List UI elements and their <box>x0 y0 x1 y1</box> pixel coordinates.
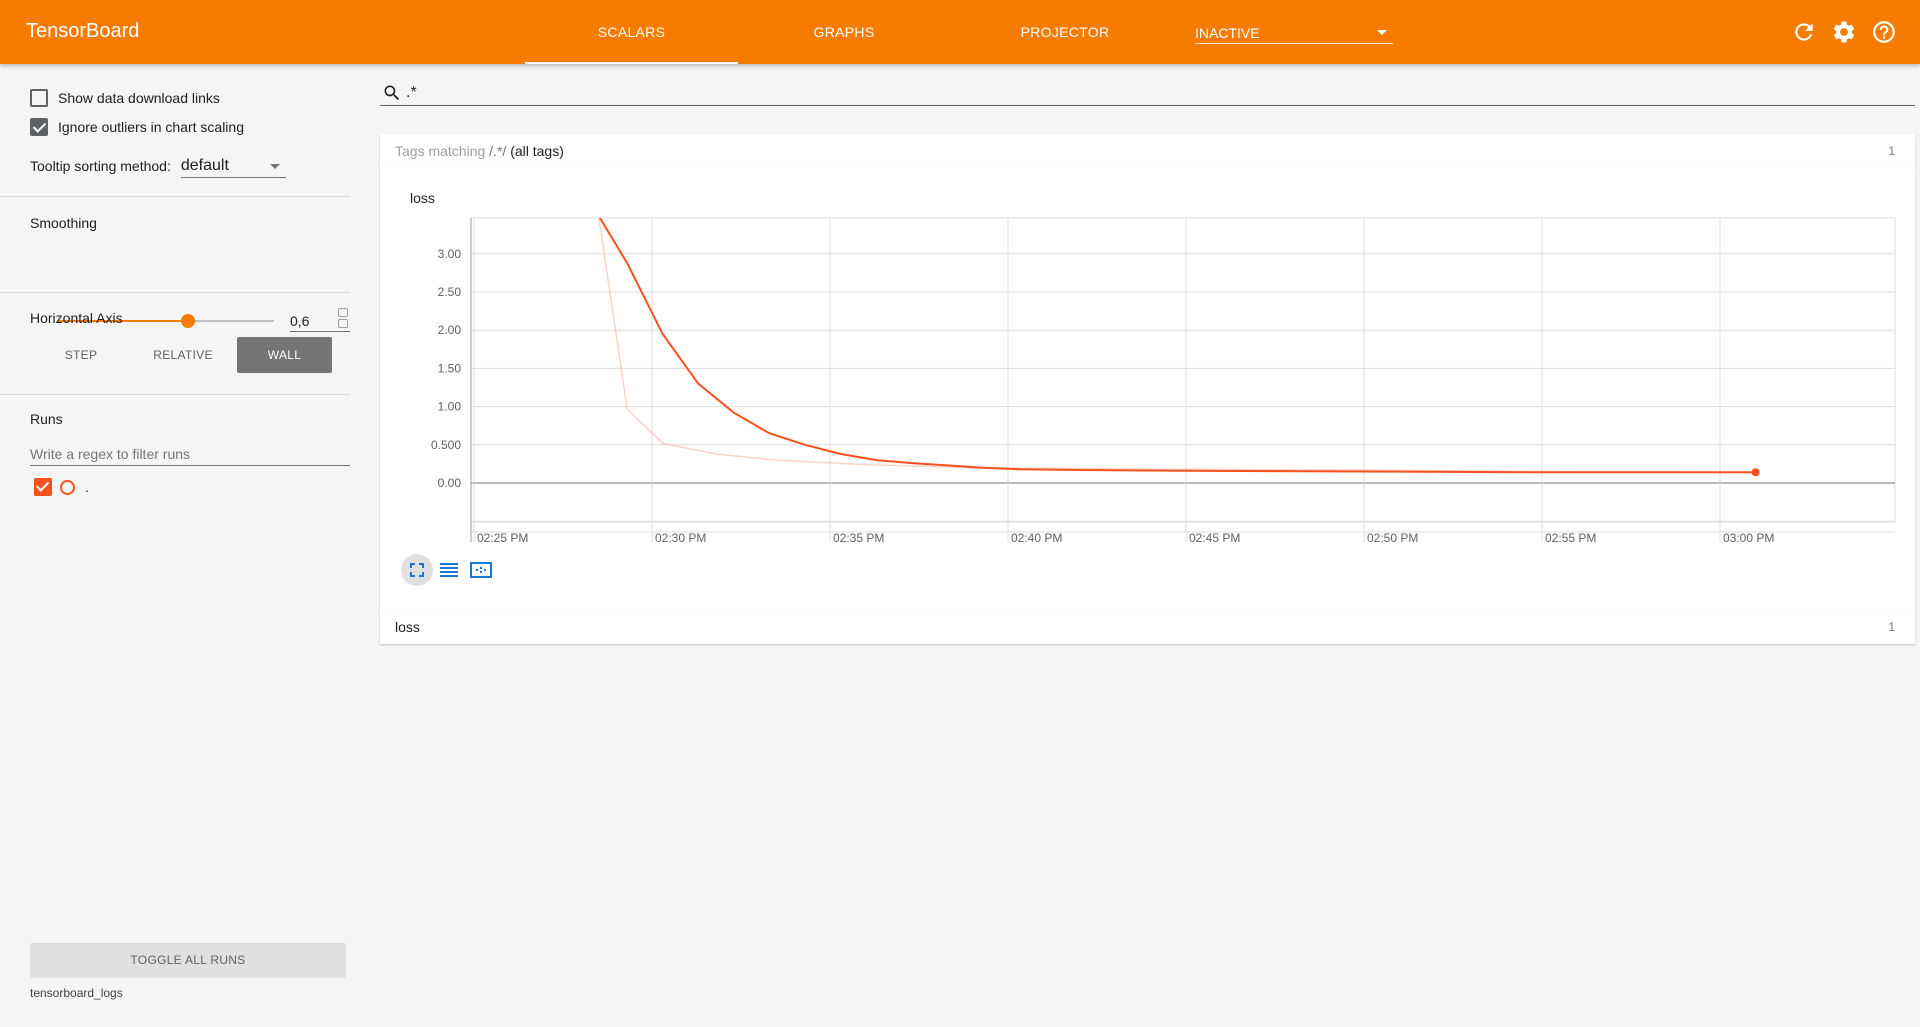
app-title: TensorBoard <box>26 20 140 42</box>
smoothing-value-input[interactable]: 0,6 <box>290 308 350 332</box>
inactive-dropdown-label: INACTIVE <box>1195 25 1260 41</box>
show-download-links-option[interactable]: Show data download links <box>30 88 220 108</box>
top-app-bar: TensorBoard SCALARS GRAPHS PROJECTOR INA… <box>0 0 1920 64</box>
show-download-links-checkbox[interactable] <box>30 89 48 107</box>
loss-section-count: 1 <box>1888 620 1895 634</box>
axis-relative-button[interactable]: RELATIVE <box>138 337 228 373</box>
x-tick-label: 02:55 PM <box>1545 531 1596 545</box>
dropdown-caret-icon <box>1377 30 1387 35</box>
x-tick-label: 02:45 PM <box>1189 531 1240 545</box>
y-tick-label: 1.00 <box>438 400 462 414</box>
tooltip-sorting-label: Tooltip sorting method: <box>30 158 171 174</box>
gear-icon[interactable] <box>1831 19 1857 45</box>
horizontal-axis-title: Horizontal Axis <box>30 310 123 326</box>
axis-step-button[interactable]: STEP <box>40 337 122 373</box>
x-tick-label: 02:25 PM <box>477 531 528 545</box>
y-tick-label: 1.50 <box>438 361 462 375</box>
plot-frame <box>470 217 1896 523</box>
fit-domain-button[interactable] <box>401 554 433 586</box>
inactive-plugins-dropdown[interactable]: INACTIVE <box>1195 20 1393 44</box>
axis-wall-button[interactable]: WALL <box>237 337 332 373</box>
run-checkbox[interactable] <box>34 478 52 496</box>
x-tick-label: 03:00 PM <box>1723 531 1774 545</box>
toggle-all-runs-button[interactable]: TOGGLE ALL RUNS <box>30 943 346 978</box>
tags-matching-suffix: (all tags) <box>510 143 564 159</box>
y-tick-label: 2.50 <box>438 285 462 299</box>
loss-section-header[interactable]: loss 1 <box>380 610 1915 644</box>
log-scale-button[interactable] <box>433 554 465 586</box>
search-icon <box>384 85 400 101</box>
data-table-icon <box>470 562 492 578</box>
x-tick-label: 02:35 PM <box>833 531 884 545</box>
runs-title: Runs <box>30 411 63 427</box>
x-tick-label: 02:40 PM <box>1011 531 1062 545</box>
data-table-button[interactable] <box>465 554 497 586</box>
tooltip-sorting-row: Tooltip sorting method: default <box>30 154 286 178</box>
tooltip-sorting-value: default <box>180 157 229 174</box>
tag-search-input[interactable]: .* <box>380 80 1915 106</box>
loss-section-label: loss <box>395 619 420 635</box>
show-download-links-label: Show data download links <box>58 90 220 106</box>
tags-matching-prefix: Tags matching <box>395 143 486 159</box>
runs-filter-input[interactable]: Write a regex to filter runs <box>30 444 350 466</box>
y-tick-label: 2.00 <box>438 323 462 337</box>
last-point-marker <box>1751 468 1760 477</box>
y-tick-label: 0.00 <box>438 476 462 490</box>
logdir-label: tensorboard_logs <box>30 986 123 1000</box>
loss-chart-card: loss 3.00 2.50 2.00 1.50 1.00 0.500 0.00 02:25 … <box>380 168 1915 610</box>
run-name: . <box>85 479 89 495</box>
x-tick-label: 02:50 PM <box>1367 531 1418 545</box>
smoothing-value: 0,6 <box>290 313 310 329</box>
ignore-outliers-option[interactable]: Ignore outliers in chart scaling <box>30 117 244 137</box>
tab-scalars[interactable]: SCALARS <box>525 0 738 64</box>
y-tick-label: 3.00 <box>438 247 462 261</box>
tags-count: 1 <box>1888 144 1895 158</box>
ignore-outliers-checkbox[interactable] <box>30 118 48 136</box>
divider <box>0 394 350 395</box>
spin-up-icon[interactable] <box>338 308 348 317</box>
tab-graphs[interactable]: GRAPHS <box>738 0 950 64</box>
help-icon[interactable] <box>1871 19 1897 45</box>
tab-projector[interactable]: PROJECTOR <box>960 0 1170 64</box>
ignore-outliers-label: Ignore outliers in chart scaling <box>58 119 244 135</box>
spin-down-icon[interactable] <box>338 319 348 328</box>
dropdown-caret-icon <box>269 164 280 169</box>
tooltip-sorting-dropdown[interactable]: default <box>180 154 286 178</box>
run-item[interactable]: . <box>34 478 89 496</box>
tags-matching-regex: /.*/ <box>489 143 507 159</box>
loss-chart[interactable]: 3.00 2.50 2.00 1.50 1.00 0.500 0.00 02:25 PM 02:… <box>380 168 1915 610</box>
divider <box>0 292 350 293</box>
fit-domain-icon <box>410 563 424 577</box>
log-scale-icon <box>440 563 458 577</box>
sidebar: Show data download links Ignore outliers… <box>0 64 350 1027</box>
refresh-icon[interactable] <box>1791 19 1817 45</box>
runs-filter-placeholder: Write a regex to filter runs <box>30 446 191 462</box>
tags-matching-header[interactable]: Tags matching /.*/ (all tags) 1 <box>380 134 1915 168</box>
y-tick-label: 0.500 <box>431 438 461 452</box>
run-color-circle-icon[interactable] <box>60 479 75 495</box>
smoothing-slider-knob[interactable] <box>181 314 195 328</box>
divider <box>0 196 350 197</box>
x-tick-label: 02:30 PM <box>655 531 706 545</box>
search-value: .* <box>406 84 417 101</box>
smoothing-title: Smoothing <box>30 215 97 231</box>
